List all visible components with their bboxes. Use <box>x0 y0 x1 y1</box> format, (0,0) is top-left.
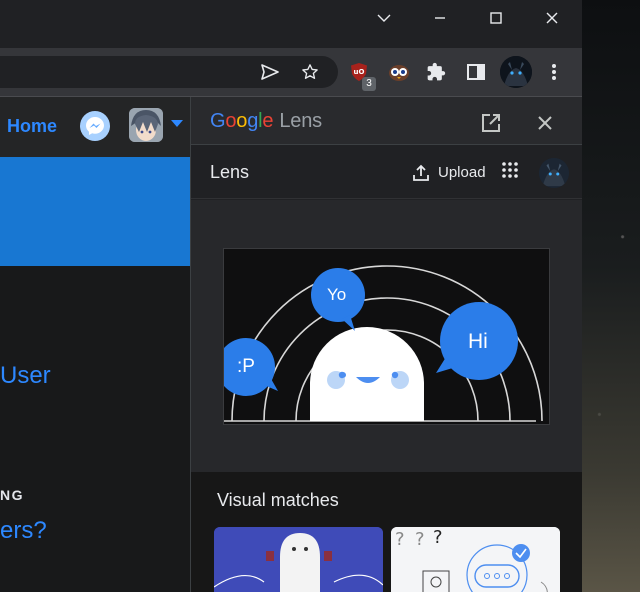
page-header: Home <box>0 97 190 157</box>
question-link[interactable]: ers? <box>0 517 47 545</box>
svg-text:uO: uO <box>354 68 365 76</box>
logo-letter: G <box>210 110 226 132</box>
side-panel-button[interactable] <box>462 58 490 86</box>
bookmark-button[interactable] <box>296 58 324 86</box>
close-lens-button[interactable] <box>533 111 557 135</box>
profile-button[interactable] <box>500 56 532 88</box>
close-window-button[interactable] <box>524 0 580 36</box>
logo-letter: o <box>236 110 248 132</box>
anime-avatar-image <box>129 108 163 142</box>
side-panel-icon <box>467 64 485 80</box>
section-heading: NG <box>0 487 24 503</box>
owl-extension-icon <box>389 65 409 81</box>
visual-match-thumbnail[interactable]: ? ? ? <box>391 527 560 592</box>
upload-icon <box>413 164 429 181</box>
extensions-button[interactable] <box>422 58 450 86</box>
account-dropdown-icon[interactable] <box>171 120 183 128</box>
chevron-down-icon <box>377 14 391 22</box>
user-link[interactable]: User <box>0 362 51 390</box>
svg-text:?: ? <box>433 527 443 548</box>
bubble-text-hi: Hi <box>468 330 488 353</box>
upload-label: Upload <box>438 163 486 181</box>
google-lens-logo: Google Lens <box>210 110 322 133</box>
desktop-background <box>582 0 640 592</box>
close-icon <box>538 116 552 130</box>
puzzle-icon <box>427 62 446 81</box>
title-bar <box>0 0 582 48</box>
close-icon <box>546 12 558 24</box>
logo-letter: e <box>262 110 274 132</box>
logo-letter: g <box>247 110 259 132</box>
blue-banner <box>0 157 190 266</box>
minimize-icon <box>435 17 445 19</box>
lens-panel-header: Google Lens <box>191 97 582 145</box>
messenger-icon <box>86 117 104 135</box>
user-avatar[interactable] <box>129 108 163 142</box>
svg-text:?: ? <box>415 529 425 550</box>
extension-badge: 3 <box>362 77 376 91</box>
logo-letter: o <box>225 110 237 132</box>
profile-avatar <box>539 158 569 188</box>
web-page: Home User NG ers? <box>0 97 190 592</box>
home-link[interactable]: Home <box>7 116 57 137</box>
send-tab-button[interactable] <box>256 58 284 86</box>
svg-text:?: ? <box>395 529 405 550</box>
tab-search-button[interactable] <box>356 0 412 36</box>
browser-window: uO 3 Home User NG ers? Google Lens Lens … <box>0 0 582 592</box>
star-icon <box>302 64 318 79</box>
selected-image-area: Yo Hi :P <box>191 200 582 472</box>
match-image-chat: ? ? ? <box>391 527 560 592</box>
address-bar[interactable] <box>0 56 338 88</box>
bubble-text-yo: Yo <box>327 285 347 304</box>
messenger-button[interactable] <box>80 111 110 141</box>
send-icon <box>261 64 279 80</box>
maximize-button[interactable] <box>468 0 524 36</box>
menu-button[interactable] <box>540 58 568 86</box>
profile-avatar <box>500 56 532 88</box>
minimize-button[interactable] <box>412 0 468 36</box>
maximize-icon <box>490 12 502 24</box>
open-in-new-tab-button[interactable] <box>479 111 503 135</box>
upload-button[interactable]: Upload <box>413 161 486 183</box>
lens-side-panel: Google Lens Lens Upload Yo Hi:P Visual … <box>190 97 582 592</box>
lens-title: Lens <box>210 162 250 182</box>
logo-suffix: Lens <box>279 110 322 132</box>
apps-grid-icon[interactable] <box>502 162 518 178</box>
match-image-ghost <box>214 527 383 592</box>
chat-illustration <box>224 249 549 424</box>
selected-image-preview[interactable]: Yo Hi :P <box>223 248 550 425</box>
owl-extension-button[interactable] <box>385 58 413 86</box>
more-vert-icon <box>552 64 556 80</box>
bubble-text-tongue: :P <box>237 356 255 377</box>
lens-profile-avatar[interactable] <box>539 158 569 188</box>
lens-toolbar: Lens Upload <box>191 145 582 199</box>
visual-matches-title: Visual matches <box>217 490 339 510</box>
visual-matches-section: Visual matches ? ? ? <box>191 472 582 592</box>
browser-toolbar: uO <box>0 48 582 96</box>
visual-match-thumbnail[interactable] <box>214 527 383 592</box>
open-in-new-icon <box>482 114 500 132</box>
